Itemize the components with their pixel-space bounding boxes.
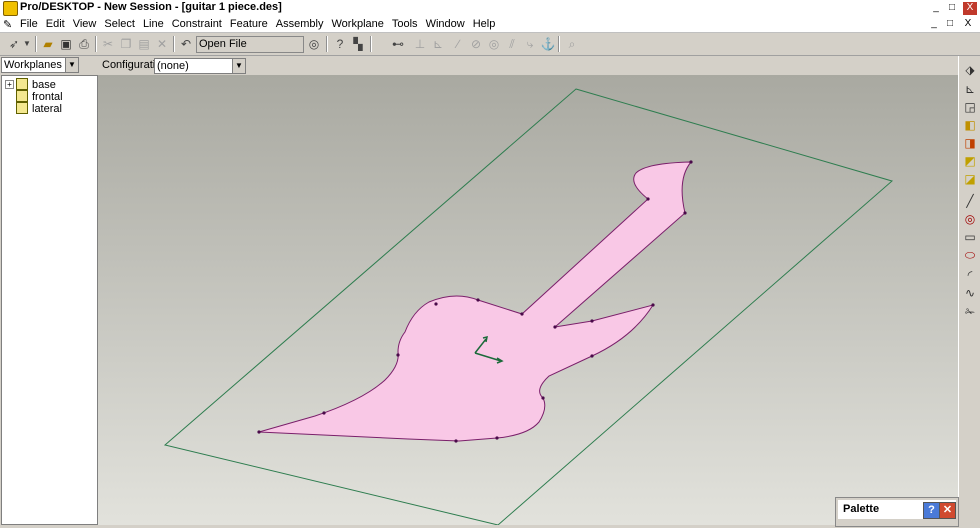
toolbar-separator xyxy=(326,36,328,52)
trim-tool-icon[interactable]: ✁ xyxy=(962,304,978,320)
sketch-toolbar: ⬗ ⊾ ◲ ◧ ◨ ◩ ◪ ╱ ◎ ▭ ⬭ ◜ ∿ ✁ xyxy=(958,56,980,525)
tree-item-label: frontal xyxy=(32,91,63,103)
doc-restore-button[interactable]: □ xyxy=(942,18,958,31)
loft-icon[interactable]: ◪ xyxy=(962,171,978,187)
equal-icon[interactable]: ⫽ xyxy=(504,36,520,52)
tree-item-label: lateral xyxy=(32,103,62,115)
toolbar-separator xyxy=(173,36,175,52)
menu-view[interactable]: View xyxy=(69,16,101,32)
tree-item-label: base xyxy=(32,79,56,91)
menu-tools[interactable]: Tools xyxy=(388,16,422,32)
zoom-icon[interactable]: ⌕ xyxy=(564,36,580,52)
workplane-icon xyxy=(16,102,28,115)
dimension-icon[interactable]: ⊷ xyxy=(390,36,406,52)
menu-workplane[interactable]: Workplane xyxy=(327,16,387,32)
tree-item-lateral[interactable]: lateral xyxy=(16,102,62,115)
menu-select[interactable]: Select xyxy=(100,16,139,32)
browser-header: Workplanes ▼ Configuration: (none) ▼ xyxy=(0,56,980,75)
fix-icon[interactable]: ⚓ xyxy=(540,36,556,52)
line-tool-icon[interactable]: ╱ xyxy=(962,193,978,209)
circle-tool-icon[interactable]: ◎ xyxy=(962,211,978,227)
palette-window[interactable]: Palette ? ✕ xyxy=(835,497,959,527)
pointer-icon[interactable]: ➶ xyxy=(6,36,22,52)
title-bar: Pro/DESKTOP - New Session - [guitar 1 pi… xyxy=(0,0,980,16)
doc-icon: ✎ xyxy=(3,19,13,31)
menu-feature[interactable]: Feature xyxy=(226,16,272,32)
select-pointer-icon[interactable]: ⬗ xyxy=(962,62,978,78)
palette-help-icon[interactable]: ? xyxy=(923,502,940,519)
expand-icon[interactable]: + xyxy=(5,80,14,89)
hole-icon[interactable]: ◎ xyxy=(306,36,322,52)
workplane-outline[interactable] xyxy=(163,88,894,526)
tangent-icon[interactable]: ⊘ xyxy=(468,36,484,52)
window-title: Pro/DESKTOP - New Session - [guitar 1 pi… xyxy=(20,1,282,13)
main-toolbar: ➶ ▼ ▰ ▣ ⎙ ✂ ❐ ▤ ✕ ↶ Open File ◎ ? ▚ ⊷ ⊥ … xyxy=(0,33,980,56)
menu-assembly[interactable]: Assembly xyxy=(272,16,328,32)
design-browser: + base frontal lateral xyxy=(1,75,98,525)
spline-tool-icon[interactable]: ∿ xyxy=(962,285,978,301)
close-button[interactable]: X xyxy=(962,1,978,16)
chevron-down-icon[interactable]: ▼ xyxy=(65,58,78,72)
delete-icon[interactable]: ✕ xyxy=(154,36,170,52)
workplane-icon xyxy=(16,78,28,91)
coincident-icon[interactable]: ⤷ xyxy=(522,36,538,52)
toolbar-separator xyxy=(370,36,372,52)
new-workplane-icon[interactable]: ⊾ xyxy=(962,81,978,97)
revolve-icon[interactable]: ◨ xyxy=(962,135,978,151)
ellipse-tool-icon[interactable]: ⬭ xyxy=(962,247,978,263)
extrude-icon[interactable]: ◧ xyxy=(962,117,978,133)
palette-close-icon[interactable]: ✕ xyxy=(939,502,956,519)
palette-title: Palette xyxy=(843,503,880,515)
chevron-down-icon[interactable]: ▼ xyxy=(232,59,245,73)
arc-tool-icon[interactable]: ◜ xyxy=(962,267,978,283)
print-icon[interactable]: ⎙ xyxy=(76,36,92,52)
undo-history-field[interactable]: Open File xyxy=(196,36,304,53)
menu-help[interactable]: Help xyxy=(469,16,500,32)
undo-icon[interactable]: ↶ xyxy=(178,36,194,52)
menu-file[interactable]: File xyxy=(16,16,42,32)
concentric-icon[interactable]: ◎ xyxy=(486,36,502,52)
maximize-button[interactable]: □ xyxy=(944,1,960,16)
guitar-profile[interactable] xyxy=(258,161,693,442)
help-icon[interactable]: ? xyxy=(332,36,348,52)
toolbar-separator xyxy=(95,36,97,52)
menu-edit[interactable]: Edit xyxy=(42,16,69,32)
parallel-icon[interactable]: ∕ xyxy=(450,36,466,52)
workplane-sketch xyxy=(163,88,894,526)
menu-window[interactable]: Window xyxy=(422,16,469,32)
design-viewport[interactable] xyxy=(98,75,958,526)
menu-constraint[interactable]: Constraint xyxy=(168,16,226,32)
app-icon xyxy=(3,1,18,16)
browser-selector-value: Workplanes xyxy=(4,59,62,71)
paste-icon[interactable]: ▤ xyxy=(136,36,152,52)
browser-selector[interactable]: Workplanes ▼ xyxy=(1,57,79,73)
offset-workplane-icon[interactable]: ◲ xyxy=(962,99,978,115)
minimize-button[interactable]: _ xyxy=(928,1,944,16)
menu-bar: ✎ File Edit View Select Line Constraint Featur… xyxy=(0,16,980,33)
palette-title-bar[interactable]: Palette ? ✕ xyxy=(838,500,956,519)
chevron-down-icon[interactable]: ▼ xyxy=(22,36,32,52)
toolbar-separator xyxy=(35,36,37,52)
perpendicular-icon[interactable]: ⊥ xyxy=(412,36,428,52)
save-icon[interactable]: ▣ xyxy=(58,36,74,52)
sweep-icon[interactable]: ◩ xyxy=(962,153,978,169)
horizontal-icon[interactable]: ⊾ xyxy=(430,36,446,52)
open-folder-icon[interactable]: ▰ xyxy=(40,36,56,52)
menu-line[interactable]: Line xyxy=(139,16,168,32)
copy-icon[interactable]: ❐ xyxy=(118,36,134,52)
toolbar-separator xyxy=(558,36,560,52)
context-help-icon[interactable]: ▚ xyxy=(350,36,366,52)
doc-minimize-button[interactable]: _ xyxy=(926,18,942,31)
configuration-select[interactable]: (none) ▼ xyxy=(154,58,246,74)
doc-close-button[interactable]: X xyxy=(960,18,976,31)
cut-icon[interactable]: ✂ xyxy=(100,36,116,52)
configuration-value: (none) xyxy=(157,60,189,72)
workplane-icon xyxy=(16,90,28,103)
rectangle-tool-icon[interactable]: ▭ xyxy=(962,229,978,245)
